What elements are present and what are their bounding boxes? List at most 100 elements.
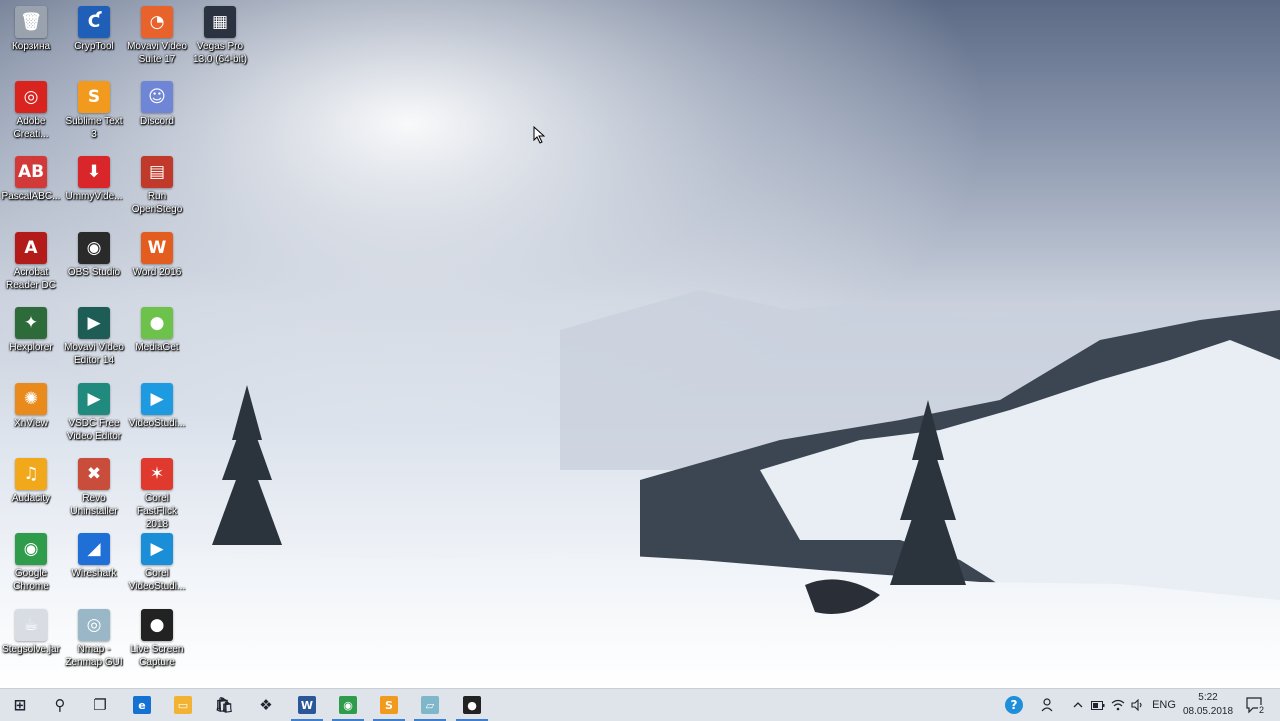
desktop-shortcut[interactable]: 🗑 Корзина xyxy=(0,2,62,53)
live-screen-capture-icon: ● xyxy=(141,609,173,641)
help-icon[interactable]: ? xyxy=(1000,689,1028,721)
folder-icon: ▭ xyxy=(174,696,192,714)
store-icon: 🛍 xyxy=(214,696,234,714)
task-view-icon: ❐ xyxy=(93,696,107,714)
taskbar-search-button[interactable]: ⚲ xyxy=(40,689,80,721)
system-clock[interactable]: 5:22 08.05.2018 xyxy=(1178,691,1238,719)
taskbar-live-screen-capture-button[interactable]: ● xyxy=(452,689,492,721)
desktop-shortcut-label: VideoStudi... xyxy=(128,418,186,429)
desktop-shortcut-label: Vegas Pro 13.0 (64-bit) xyxy=(193,41,247,65)
svg-text:?: ? xyxy=(1011,698,1018,712)
corel-fastflick-icon: ✶ xyxy=(141,458,173,490)
desktop-shortcut[interactable]: ▦ Vegas Pro 13.0 (64-bit) xyxy=(189,2,251,66)
taskbar-sublime-button[interactable]: S xyxy=(369,689,409,721)
desktop-shortcut[interactable]: ⬇ UmmyVide... xyxy=(63,152,125,203)
desktop-shortcut-label: Discord xyxy=(140,116,174,127)
taskbar-notepad-button[interactable]: ▱ xyxy=(410,689,450,721)
ummy-video-icon: ⬇ xyxy=(78,156,110,188)
desktop-shortcut[interactable]: W Word 2016 xyxy=(126,228,188,279)
search-icon: ⚲ xyxy=(54,696,66,714)
office-word-icon: W xyxy=(141,232,173,264)
desktop-shortcut-label: CrypTool xyxy=(74,41,114,52)
desktop-shortcut[interactable]: ◎ Nmap - Zenmap GUI xyxy=(63,605,125,669)
desktop-shortcut[interactable]: ◉ OBS Studio xyxy=(63,228,125,279)
obs-studio-icon: ◉ xyxy=(78,232,110,264)
desktop-shortcut[interactable]: ♫ Audacity xyxy=(0,454,62,505)
desktop-shortcut-label: PascalABC... xyxy=(1,191,61,202)
audacity-icon: ♫ xyxy=(15,458,47,490)
desktop-shortcut[interactable]: ◎ Adobe Creati... xyxy=(0,77,62,141)
java-jar-icon: ☕ xyxy=(15,609,47,641)
desktop-shortcut[interactable]: ◢ Wireshark xyxy=(63,529,125,580)
desktop-shortcut[interactable]: ☕ Stegsolve.jar xyxy=(0,605,62,656)
desktop-shortcut-label: XnView xyxy=(14,418,48,429)
mediaget-icon: ● xyxy=(141,307,173,339)
desktop-shortcut-label: UmmyVide... xyxy=(65,191,123,202)
vsdc-icon: ▶ xyxy=(78,383,110,415)
desktop-shortcut-label: Revo Uninstaller xyxy=(70,493,118,517)
screen-capture-icon: ● xyxy=(463,696,481,714)
desktop-shortcut-label: Acrobat Reader DC xyxy=(5,267,57,291)
edge-icon: e xyxy=(133,696,151,714)
pascalabc-icon: AB xyxy=(15,156,47,188)
tray-chevron-up-icon[interactable] xyxy=(1068,689,1088,721)
vegas-pro-icon: ▦ xyxy=(204,6,236,38)
desktop-shortcut[interactable]: S Sublime Text 3 xyxy=(63,77,125,141)
desktop-shortcut-label: OBS Studio xyxy=(67,267,121,278)
desktop-shortcut[interactable]: ✖ Revo Uninstaller xyxy=(63,454,125,518)
notepad-icon: ▱ xyxy=(421,696,439,714)
desktop-shortcut[interactable]: ▶ Movavi Video Editor 14 xyxy=(63,303,125,367)
desktop-shortcut[interactable]: ▶ Corel VideoStudi... xyxy=(126,529,188,593)
recycle-bin-icon: 🗑 xyxy=(15,6,47,38)
input-language[interactable]: ENG xyxy=(1150,689,1178,721)
taskbar-word-button[interactable]: W xyxy=(287,689,327,721)
desktop-shortcut[interactable]: ● Live Screen Capture xyxy=(126,605,188,669)
people-icon[interactable] xyxy=(1036,689,1062,721)
desktop-shortcut[interactable]: ✶ Corel FastFlick 2018 xyxy=(126,454,188,531)
desktop-shortcut[interactable]: ▶ VSDC Free Video Editor xyxy=(63,379,125,443)
desktop-shortcut-label: Sublime Text 3 xyxy=(65,116,123,140)
taskbar: ⊞ ⚲ ❐ e ▭ 🛍 ❖ W ◉ S ▱ ● ? ENG 5:22 08.05.2018 2 xyxy=(0,688,1280,721)
action-center-button[interactable]: 2 xyxy=(1240,689,1270,721)
taskbar-dropbox-button[interactable]: ❖ xyxy=(246,689,286,721)
adobe-cc-icon: ◎ xyxy=(15,81,47,113)
xnview-icon: ✺ xyxy=(15,383,47,415)
desktop-shortcut-label: Nmap - Zenmap GUI xyxy=(65,644,123,668)
sublime-text-icon: S xyxy=(78,81,110,113)
movavi-suite-icon: ◔ xyxy=(141,6,173,38)
wifi-icon[interactable] xyxy=(1108,689,1128,721)
battery-icon[interactable] xyxy=(1088,689,1108,721)
desktop-shortcut[interactable]: AB PascalABC... xyxy=(0,152,62,203)
desktop-shortcut[interactable]: A Acrobat Reader DC xyxy=(0,228,62,292)
windows-start-icon: ⊞ xyxy=(13,696,27,714)
desktop-shortcut[interactable]: ☺ Discord xyxy=(126,77,188,128)
desktop-shortcut[interactable]: ▶ VideoStudi... xyxy=(126,379,188,430)
desktop-shortcut-label: Корзина xyxy=(11,41,51,52)
taskbar-chrome-button[interactable]: ◉ xyxy=(328,689,368,721)
desktop-shortcut[interactable]: ✺ XnView xyxy=(0,379,62,430)
desktop-shortcut-label: Stegsolve.jar xyxy=(2,644,60,655)
desktop-shortcut[interactable]: ◔ Movavi Video Suite 17 xyxy=(126,2,188,66)
cryptool-icon: Ƈ xyxy=(78,6,110,38)
mouse-pointer-icon xyxy=(533,125,546,149)
taskbar-edge-button[interactable]: e xyxy=(122,689,162,721)
desktop-shortcut-label: Corel VideoStudi... xyxy=(128,568,186,592)
taskbar-store-button[interactable]: 🛍 xyxy=(204,689,244,721)
taskbar-file-explorer-button[interactable]: ▭ xyxy=(163,689,203,721)
desktop-wallpaper xyxy=(0,0,1280,688)
clock-time: 5:22 xyxy=(1198,692,1218,703)
desktop-shortcut[interactable]: ✦ Hexplorer xyxy=(0,303,62,354)
revo-uninstaller-icon: ✖ xyxy=(78,458,110,490)
desktop-shortcut-label: Google Chrome xyxy=(13,568,49,592)
volume-icon[interactable] xyxy=(1128,689,1148,721)
desktop-shortcut[interactable]: ▤ Run OpenStego xyxy=(126,152,188,216)
acrobat-reader-icon: A xyxy=(15,232,47,264)
openstego-icon: ▤ xyxy=(141,156,173,188)
taskbar-start-button[interactable]: ⊞ xyxy=(0,689,40,721)
desktop-shortcut[interactable]: ● MediaGet xyxy=(126,303,188,354)
discord-icon: ☺ xyxy=(141,81,173,113)
taskbar-task-view-button[interactable]: ❐ xyxy=(80,689,120,721)
desktop-shortcut[interactable]: ◉ Google Chrome xyxy=(0,529,62,593)
desktop-shortcut[interactable]: Ƈ CrypTool xyxy=(63,2,125,53)
chrome-icon: ◉ xyxy=(339,696,357,714)
